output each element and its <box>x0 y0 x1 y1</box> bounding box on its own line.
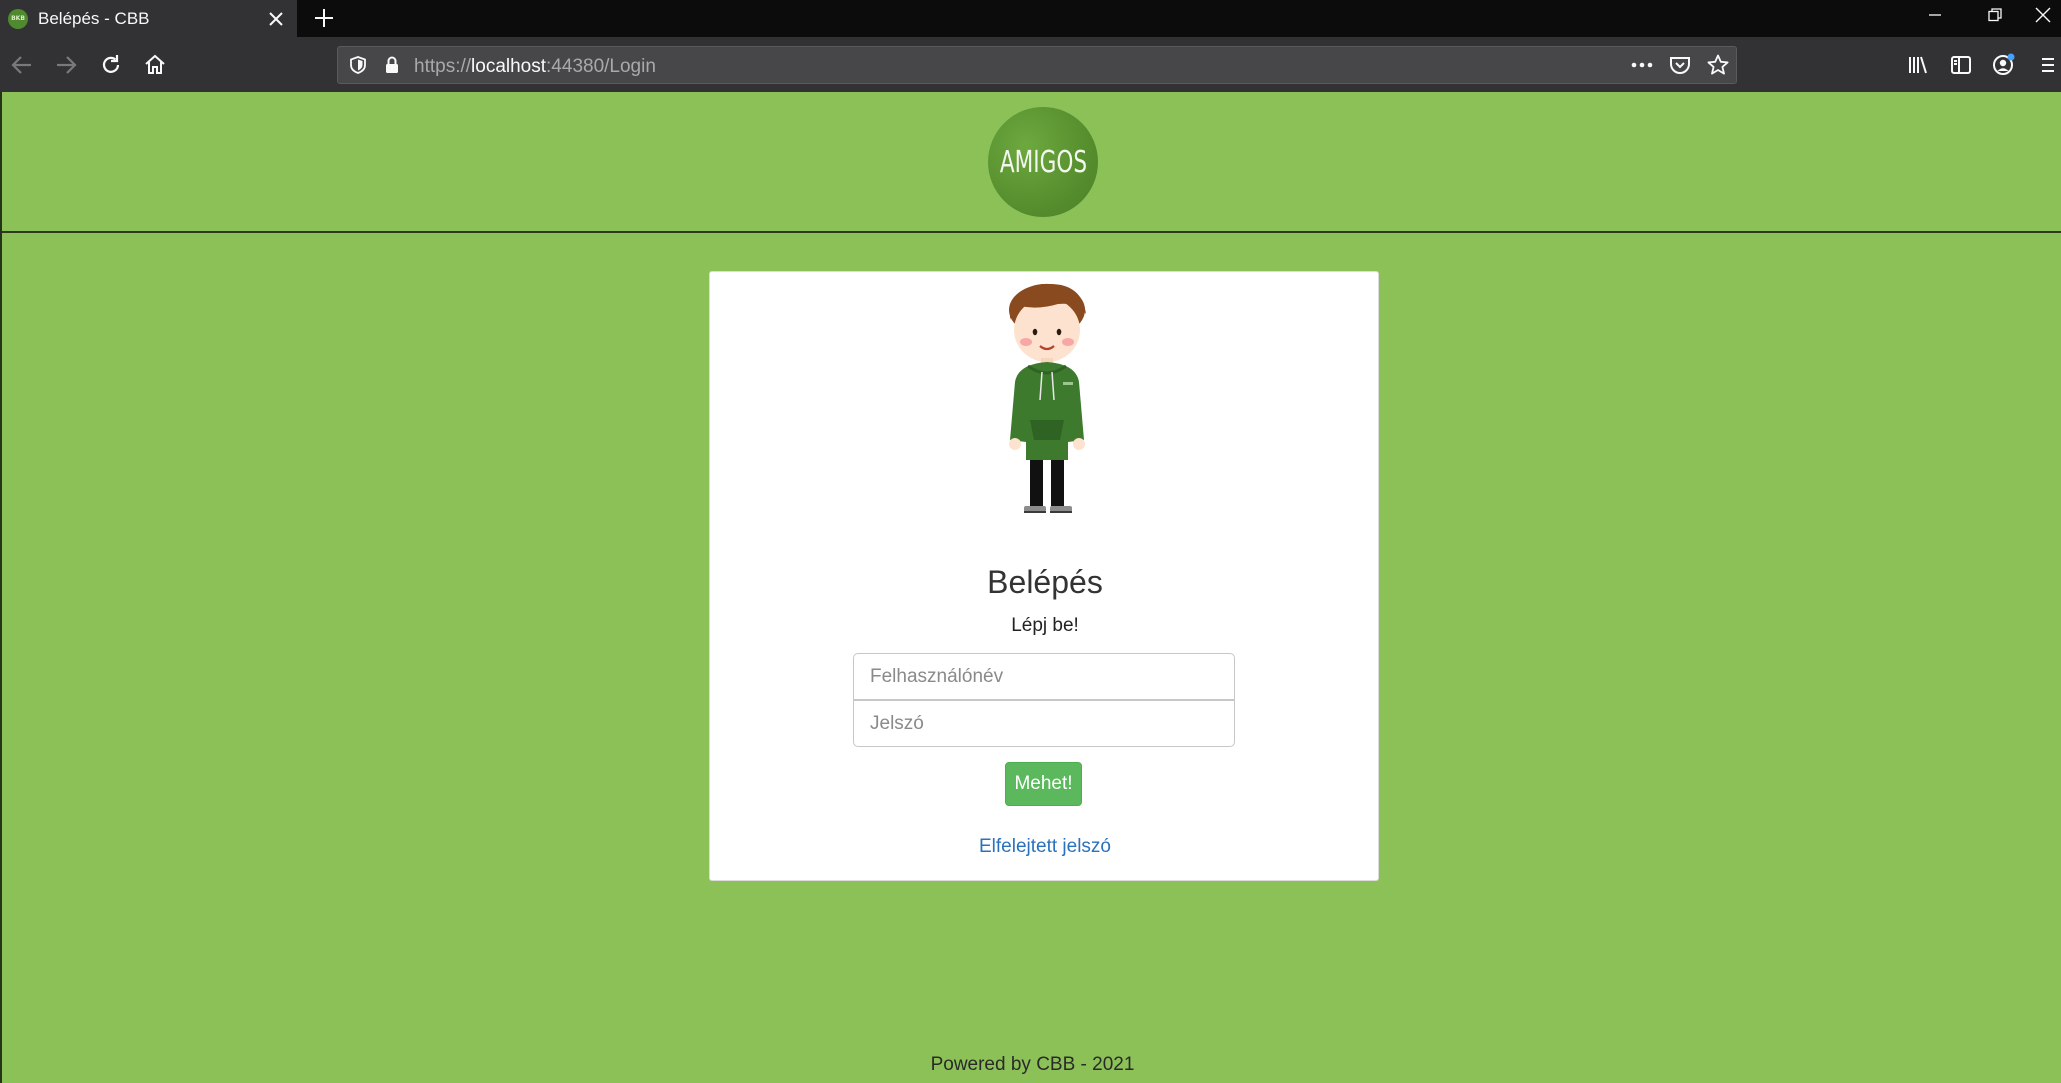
avatar-illustration <box>1009 283 1086 513</box>
login-card: Belépés Lépj be! Mehet! Elfelejtett jels… <box>709 271 1379 881</box>
login-subtitle: Lépj be! <box>1011 615 1079 636</box>
page-actions-icon[interactable] <box>1628 51 1656 79</box>
reload-icon[interactable] <box>93 47 129 83</box>
amigos-logo[interactable]: AMIGOS <box>988 107 1098 217</box>
tab-close-icon[interactable] <box>261 4 291 34</box>
minimize-icon[interactable] <box>1905 0 1965 30</box>
tracking-shield-icon[interactable] <box>344 51 372 79</box>
site-header: AMIGOS <box>2 92 2061 233</box>
sidebar-icon[interactable] <box>1943 47 1979 83</box>
login-title: Belépés <box>987 564 1103 600</box>
menu-icon[interactable] <box>2040 47 2061 83</box>
forgot-password-link[interactable]: Elfelejtett jelszó <box>979 836 1111 857</box>
restore-icon[interactable] <box>1965 0 2025 30</box>
site-favicon-icon: BKB <box>8 8 28 29</box>
web-page: AMIGOS Belépés Lépj be! Felhasználónév M… <box>0 92 2061 1083</box>
window-close-icon[interactable] <box>2025 0 2061 30</box>
library-icon[interactable] <box>1900 47 1936 83</box>
new-tab-icon[interactable] <box>308 2 340 34</box>
home-icon[interactable] <box>137 47 173 83</box>
tab-title: Belépés - CBB <box>38 8 150 28</box>
address-bar[interactable]: https://localhost:44380/Login <box>337 46 1737 84</box>
forward-arrow-icon[interactable] <box>48 47 84 83</box>
login-submit-button[interactable]: Mehet! <box>1005 762 1082 806</box>
bookmark-star-icon[interactable] <box>1704 51 1732 79</box>
footer-text: Powered by CBB - 2021 <box>930 1054 1135 1075</box>
password-input[interactable] <box>853 700 1235 747</box>
logo-text: AMIGOS <box>999 144 1087 180</box>
username-input[interactable] <box>853 653 1235 700</box>
url-text[interactable]: https://localhost:44380/Login <box>414 56 656 78</box>
tab-strip: BKB Belépés - CBB <box>0 0 2061 37</box>
account-icon[interactable] <box>1986 47 2022 83</box>
pocket-icon[interactable] <box>1666 51 1694 79</box>
browser-tab[interactable]: BKB Belépés - CBB <box>0 0 297 37</box>
back-arrow-icon[interactable] <box>4 47 40 83</box>
lock-icon[interactable] <box>378 51 406 79</box>
